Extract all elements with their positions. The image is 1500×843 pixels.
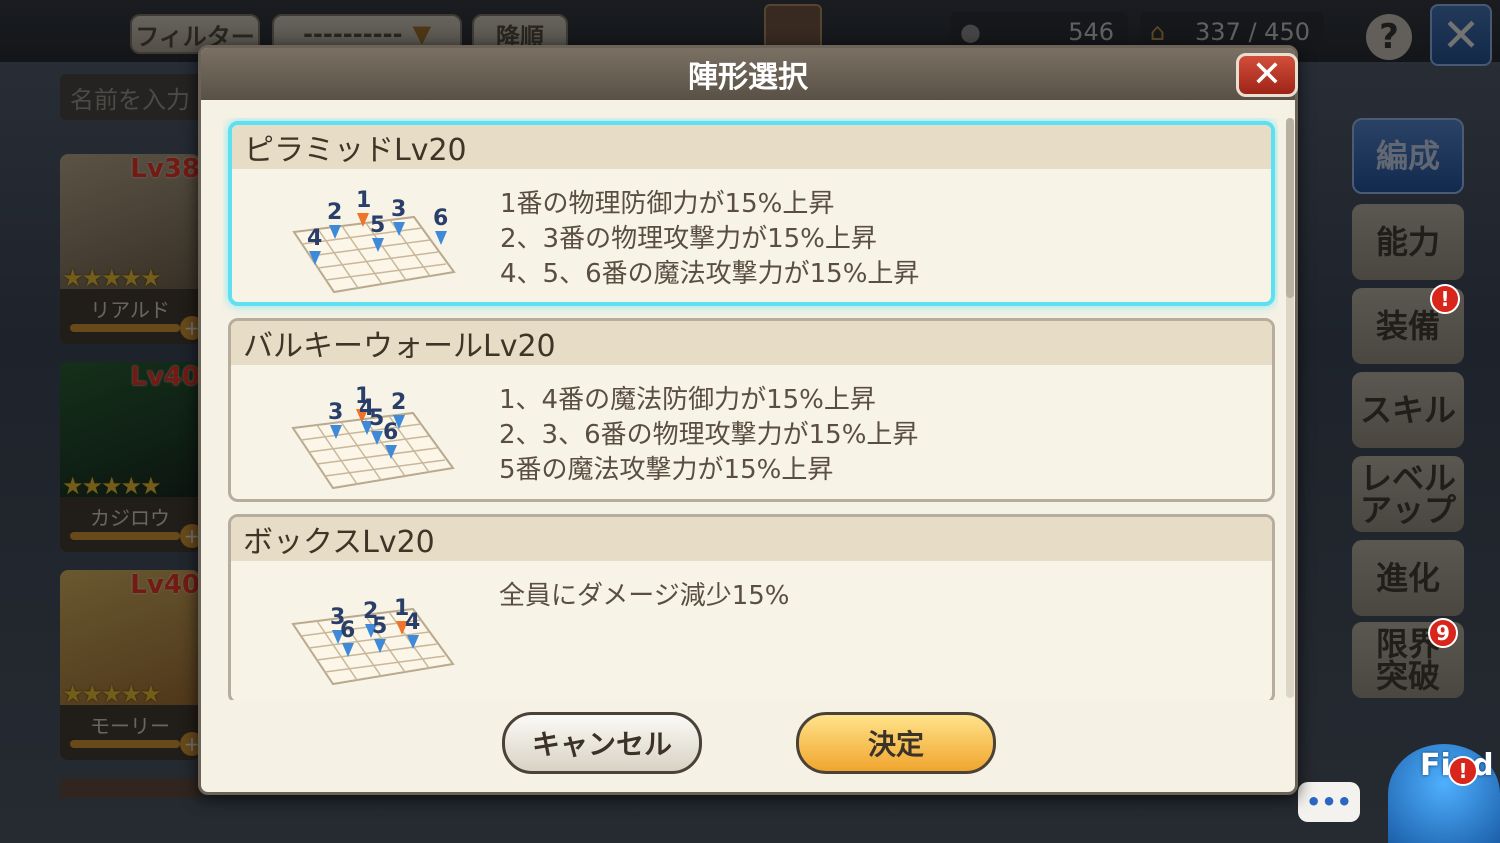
marker-number: 1 xyxy=(356,188,371,213)
tab-formation[interactable]: 編成 xyxy=(1352,118,1464,194)
character-card[interactable]: Lv40 ★★★★★ カジロウ + xyxy=(60,362,200,552)
card-level: Lv40 xyxy=(130,362,200,392)
marker-6: 6 xyxy=(433,206,448,245)
list-scrollbar[interactable] xyxy=(1286,118,1294,698)
tab-label: 装備 xyxy=(1375,307,1440,345)
character-card[interactable]: Lv40 ★★★★★ モーリー + xyxy=(60,570,200,760)
effect-line: 4、5、6番の魔法攻撃力が15%上昇 xyxy=(500,259,920,289)
close-screen-button[interactable]: ✕ xyxy=(1430,4,1492,66)
card-level: Lv40 xyxy=(130,570,200,600)
formation-name: ピラミッドLv20 xyxy=(232,125,1271,169)
formation-grid-diagram: 1 2 3 4 5 6 xyxy=(291,596,455,686)
game-screen: フィルター ---------- ▼ 降順 ● 546 ⌂ 337 / 450 … xyxy=(0,0,1500,843)
formation-name: バルキーウォールLv20 xyxy=(231,321,1272,365)
card-name: リアルド xyxy=(90,298,170,322)
tab-level-up[interactable]: レベル アップ xyxy=(1352,456,1464,532)
effect-line: 5番の魔法攻撃力が15%上昇 xyxy=(499,455,834,485)
effect-line: 2、3、6番の物理攻撃力が15%上昇 xyxy=(499,420,919,450)
marker-number: 4 xyxy=(307,226,322,251)
formation-select-dialog: 陣形選択 ✕ ピラミッドLv20 1 2 3 4 5 6 1番の物理防御力が15… xyxy=(198,45,1298,795)
marker-number: 2 xyxy=(327,200,342,225)
exp-bar xyxy=(70,532,180,540)
dropdown-value: ---------- xyxy=(302,20,403,48)
formation-item-bulky-wall[interactable]: バルキーウォールLv20 1 2 3 4 5 6 1、4番の魔法防御力が15%上… xyxy=(228,318,1275,502)
formation-effects: 全員にダメージ減少15% xyxy=(499,579,790,614)
cancel-button[interactable]: キャンセル xyxy=(502,712,702,774)
tab-label-line2: アップ xyxy=(1359,491,1456,529)
name-search-input[interactable]: 名前を入力 xyxy=(60,74,210,120)
tab-skill[interactable]: スキル xyxy=(1352,372,1464,448)
tab-evolution[interactable]: 進化 xyxy=(1352,540,1464,616)
chevron-down-icon: ▼ xyxy=(412,20,432,48)
effect-line: 1番の物理防御力が15%上昇 xyxy=(500,189,835,219)
marker-number: 4 xyxy=(405,610,420,635)
marker-number: 6 xyxy=(340,618,355,643)
formation-item-box[interactable]: ボックスLv20 1 2 3 4 5 6 全員にダメージ減少15% xyxy=(228,514,1275,700)
formation-list[interactable]: ピラミッドLv20 1 2 3 4 5 6 1番の物理防御力が15%上昇 2、3… xyxy=(223,118,1278,700)
add-icon[interactable]: + xyxy=(180,316,200,340)
character-card[interactable]: Lv38 ★★★★★ リアルド + xyxy=(60,154,200,344)
stat-count-value: 546 xyxy=(1068,18,1114,46)
chat-button[interactable]: ••• xyxy=(1298,782,1360,822)
formation-name: ボックスLv20 xyxy=(231,517,1272,561)
mascot-alert-badge: ! xyxy=(1448,756,1478,786)
gate-icon: ⌂ xyxy=(1150,18,1166,46)
stat-capacity-value: 337 / 450 xyxy=(1195,18,1310,46)
scrollbar-thumb[interactable] xyxy=(1286,118,1294,298)
marker-number: 3 xyxy=(391,197,406,222)
marker-number: 6 xyxy=(433,206,448,231)
help-button[interactable]: ? xyxy=(1366,14,1412,60)
tab-ability[interactable]: 能力 xyxy=(1352,204,1464,280)
marker-number: 6 xyxy=(383,420,398,445)
person-icon: ● xyxy=(960,18,981,46)
equipment-alert-badge: ! xyxy=(1430,284,1460,314)
marker-number: 5 xyxy=(370,213,385,238)
dialog-header: 陣形選択 xyxy=(201,48,1295,100)
effect-line: 全員にダメージ減少15% xyxy=(499,581,790,611)
exp-bar xyxy=(70,324,180,332)
add-icon[interactable]: + xyxy=(180,524,200,548)
exp-bar xyxy=(70,740,180,748)
tab-label-line2: 突破 xyxy=(1375,657,1440,695)
formation-effects: 1、4番の魔法防御力が15%上昇 2、3、6番の物理攻撃力が15%上昇 5番の魔… xyxy=(499,383,918,488)
marker-number: 3 xyxy=(328,400,343,425)
card-name: モーリー xyxy=(90,714,170,738)
formation-grid-diagram: 1 2 3 4 5 6 xyxy=(292,188,456,294)
formation-effects: 1番の物理防御力が15%上昇 2、3番の物理攻撃力が15%上昇 4、5、6番の魔… xyxy=(500,187,919,292)
marker-number: 5 xyxy=(372,614,387,639)
tab-label-line1: レベル xyxy=(1359,459,1456,497)
formation-grid-diagram: 1 2 3 4 5 6 xyxy=(291,384,455,490)
confirm-button[interactable]: 決定 xyxy=(796,712,996,774)
card-name: カジロウ xyxy=(90,506,170,530)
formation-item-pyramid[interactable]: ピラミッドLv20 1 2 3 4 5 6 1番の物理防御力が15%上昇 2、3… xyxy=(228,121,1275,306)
marker-number: 2 xyxy=(391,390,406,415)
dialog-close-button[interactable]: ✕ xyxy=(1236,53,1298,97)
add-icon[interactable]: + xyxy=(180,732,200,756)
card-stars: ★★★★★ xyxy=(62,472,162,500)
limit-break-count-badge: 9 xyxy=(1428,618,1458,648)
mascot-find-button[interactable]: Find ! xyxy=(1378,730,1500,843)
card-level: Lv38 xyxy=(130,154,200,184)
character-card-partial xyxy=(60,778,200,798)
dialog-title: 陣形選択 xyxy=(688,60,808,95)
effect-line: 2、3番の物理攻撃力が15%上昇 xyxy=(500,224,877,254)
effect-line: 1、4番の魔法防御力が15%上昇 xyxy=(499,385,876,415)
card-stars: ★★★★★ xyxy=(62,264,162,292)
card-stars: ★★★★★ xyxy=(62,680,162,708)
